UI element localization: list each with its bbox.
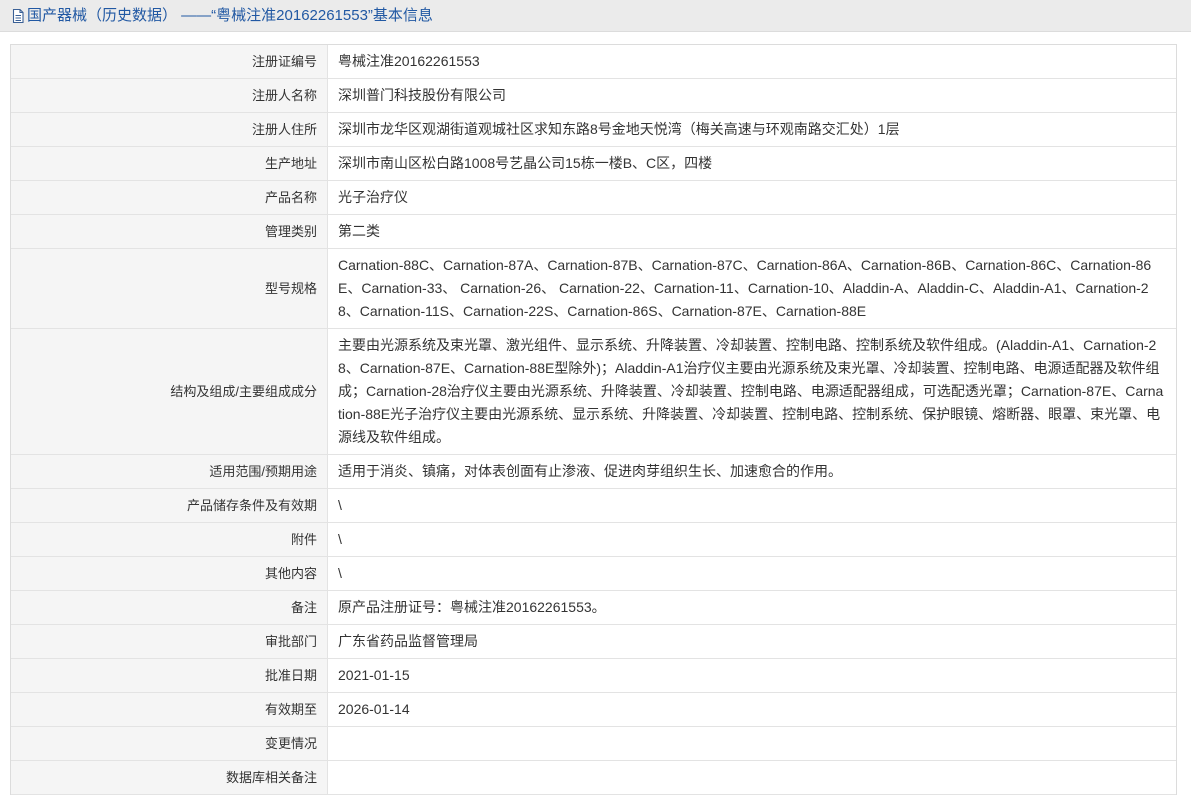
storage-conditions-value: \ bbox=[338, 497, 342, 513]
row-database-remarks: 数据库相关备注 bbox=[11, 761, 1176, 795]
approval-department-label: 审批部门 bbox=[11, 625, 328, 658]
row-production-address: 生产地址 深圳市南山区松白路1008号艺晶公司15栋一楼B、C区，四楼 bbox=[11, 147, 1176, 181]
database-remarks-label: 数据库相关备注 bbox=[11, 761, 328, 794]
registrant-name-value: 深圳普门科技股份有限公司 bbox=[338, 87, 506, 103]
production-address-value: 深圳市南山区松白路1008号艺晶公司15栋一楼B、C区，四楼 bbox=[338, 155, 713, 171]
row-storage-conditions: 产品储存条件及有效期 \ bbox=[11, 489, 1176, 523]
row-other-content: 其他内容 \ bbox=[11, 557, 1176, 591]
production-address-label: 生产地址 bbox=[11, 147, 328, 180]
row-registrant-address: 注册人住所 深圳市龙华区观湖街道观城社区求知东路8号金地天悦湾（梅关高速与环观南… bbox=[11, 113, 1176, 147]
management-category-value: 第二类 bbox=[338, 223, 380, 239]
structure-composition-value: 主要由光源系统及束光罩、激光组件、显示系统、升降装置、冷却装置、控制电路、控制系… bbox=[338, 337, 1164, 445]
storage-conditions-label: 产品储存条件及有效期 bbox=[11, 489, 328, 522]
other-content-value: \ bbox=[338, 565, 342, 581]
approval-department-value: 广东省药品监督管理局 bbox=[338, 633, 478, 649]
row-change-history: 变更情况 bbox=[11, 727, 1176, 761]
page-header: 国产器械（历史数据） ——“粤械注准20162261553”基本信息 bbox=[0, 0, 1191, 32]
record-detail-table: 注册证编号 粤械注准20162261553 注册人名称 深圳普门科技股份有限公司… bbox=[10, 44, 1177, 795]
model-specification-label: 型号规格 bbox=[11, 249, 328, 328]
accessories-label: 附件 bbox=[11, 523, 328, 556]
approval-date-label: 批准日期 bbox=[11, 659, 328, 692]
row-registrant-name: 注册人名称 深圳普门科技股份有限公司 bbox=[11, 79, 1176, 113]
product-name-value: 光子治疗仪 bbox=[338, 189, 408, 205]
model-specification-value: Carnation-88C、Carnation-87A、Carnation-87… bbox=[338, 257, 1152, 319]
page-title: 国产器械（历史数据） ——“粤械注准20162261553”基本信息 bbox=[27, 6, 433, 24]
expiry-date-value: 2026-01-14 bbox=[338, 701, 410, 717]
registrant-address-label: 注册人住所 bbox=[11, 113, 328, 146]
change-history-value bbox=[328, 727, 1176, 760]
row-management-category: 管理类别 第二类 bbox=[11, 215, 1176, 249]
row-product-name: 产品名称 光子治疗仪 bbox=[11, 181, 1176, 215]
product-name-label: 产品名称 bbox=[11, 181, 328, 214]
registrant-name-label: 注册人名称 bbox=[11, 79, 328, 112]
management-category-label: 管理类别 bbox=[11, 215, 328, 248]
row-remarks: 备注 原产品注册证号：粤械注准20162261553。 bbox=[11, 591, 1176, 625]
row-registration-number: 注册证编号 粤械注准20162261553 bbox=[11, 45, 1176, 79]
structure-composition-label: 结构及组成/主要组成成分 bbox=[11, 329, 328, 454]
row-structure-composition: 结构及组成/主要组成成分 主要由光源系统及束光罩、激光组件、显示系统、升降装置、… bbox=[11, 329, 1176, 455]
registration-number-value: 粤械注准20162261553 bbox=[338, 53, 480, 69]
row-approval-date: 批准日期 2021-01-15 bbox=[11, 659, 1176, 693]
intended-use-label: 适用范围/预期用途 bbox=[11, 455, 328, 488]
registrant-address-value: 深圳市龙华区观湖街道观城社区求知东路8号金地天悦湾（梅关高速与环观南路交汇处）1… bbox=[338, 121, 900, 137]
approval-date-value: 2021-01-15 bbox=[338, 667, 410, 683]
row-intended-use: 适用范围/预期用途 适用于消炎、镇痛，对体表创面有止渗液、促进肉芽组织生长、加速… bbox=[11, 455, 1176, 489]
registration-number-label: 注册证编号 bbox=[11, 45, 328, 78]
row-expiry-date: 有效期至 2026-01-14 bbox=[11, 693, 1176, 727]
remarks-label: 备注 bbox=[11, 591, 328, 624]
row-approval-department: 审批部门 广东省药品监督管理局 bbox=[11, 625, 1176, 659]
expiry-date-label: 有效期至 bbox=[11, 693, 328, 726]
change-history-label: 变更情况 bbox=[11, 727, 328, 760]
accessories-value: \ bbox=[338, 531, 342, 547]
row-accessories: 附件 \ bbox=[11, 523, 1176, 557]
document-icon bbox=[11, 8, 25, 24]
row-model-specification: 型号规格 Carnation-88C、Carnation-87A、Carnati… bbox=[11, 249, 1176, 329]
remarks-value: 原产品注册证号：粤械注准20162261553。 bbox=[338, 599, 606, 615]
database-remarks-value bbox=[328, 761, 1176, 794]
intended-use-value: 适用于消炎、镇痛，对体表创面有止渗液、促进肉芽组织生长、加速愈合的作用。 bbox=[338, 463, 842, 479]
other-content-label: 其他内容 bbox=[11, 557, 328, 590]
